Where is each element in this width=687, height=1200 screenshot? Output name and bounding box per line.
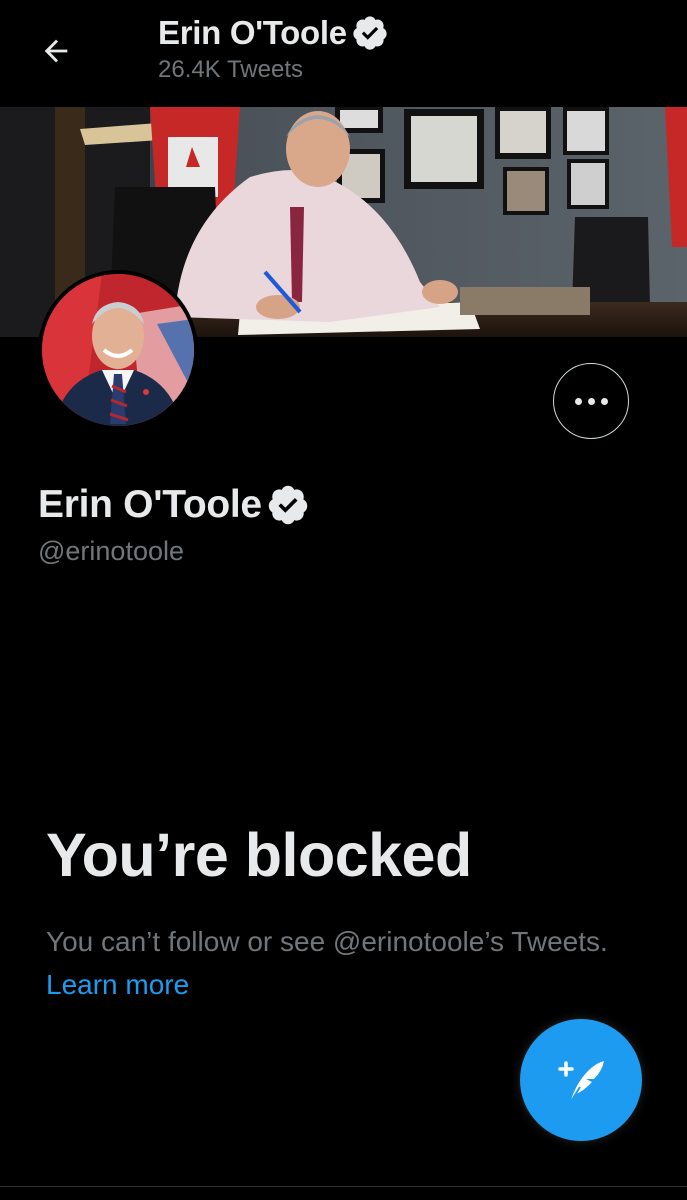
learn-more-link[interactable]: Learn more <box>46 969 189 1000</box>
more-options-button[interactable] <box>553 363 629 439</box>
bottom-divider <box>0 1186 687 1187</box>
verified-badge-icon <box>351 14 389 52</box>
avatar-image <box>42 274 194 426</box>
tweet-count: 26.4K Tweets <box>158 56 303 83</box>
more-dot <box>600 397 608 405</box>
back-button[interactable] <box>30 25 82 77</box>
profile-name-row: Erin O'Toole <box>38 482 310 528</box>
blocked-description: You can’t follow or see @erinotoole’s Tw… <box>46 920 616 1006</box>
profile-name: Erin O'Toole <box>38 483 262 526</box>
compose-tweet-button[interactable] <box>520 1019 642 1141</box>
more-horizontal-icon <box>574 397 582 405</box>
more-dot <box>587 397 595 405</box>
profile-handle: @erinotoole <box>38 536 184 566</box>
profile-avatar[interactable] <box>38 270 198 430</box>
blocked-description-text: You can’t follow or see @erinotoole’s Tw… <box>46 926 608 957</box>
header-title-row: Erin O'Toole <box>158 12 389 54</box>
blocked-title: You’re blocked <box>46 821 472 889</box>
header-name: Erin O'Toole <box>158 14 347 51</box>
top-bar: Erin O'Toole 26.4K Tweets <box>0 0 687 106</box>
compose-tweet-icon <box>558 1061 604 1104</box>
arrow-left-icon <box>44 39 68 63</box>
verified-badge-icon <box>266 483 310 527</box>
